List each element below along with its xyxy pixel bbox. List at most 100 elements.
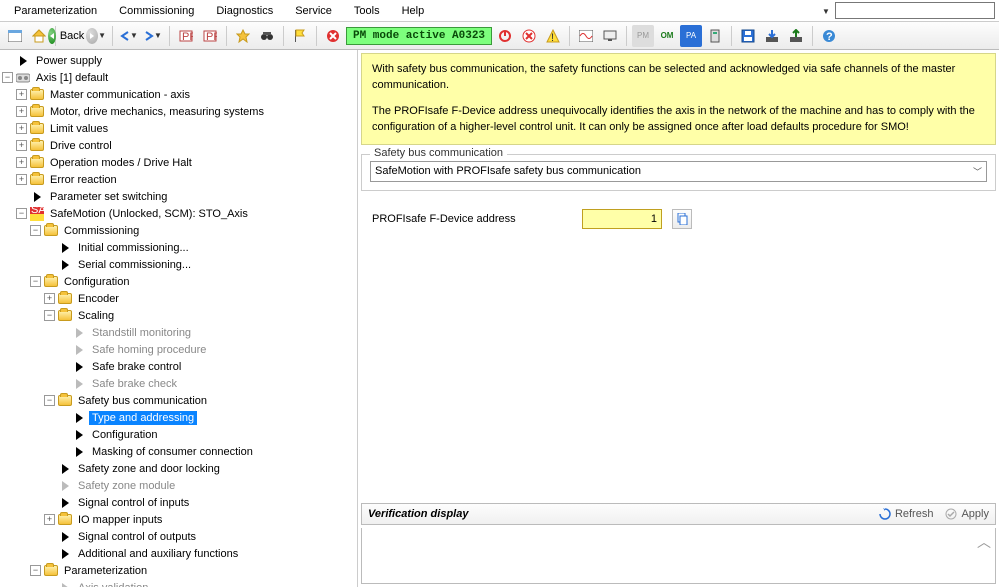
scroll-up-icon[interactable]: ︿ (977, 532, 991, 552)
folder-icon (30, 139, 44, 153)
tree-drive-ctrl[interactable]: Drive control (47, 139, 115, 153)
oscilloscope-icon[interactable] (575, 25, 597, 47)
param-b-icon[interactable]: PRA (199, 25, 221, 47)
arrow-icon (72, 343, 86, 357)
tree-serial-comm[interactable]: Serial commissioning... (75, 258, 194, 272)
tree-masking[interactable]: Masking of consumer connection (89, 445, 256, 459)
tree-parameterization[interactable]: Parameterization (61, 564, 150, 578)
tree-motor[interactable]: Motor, drive mechanics, measuring system… (47, 105, 267, 119)
menu-parameterization[interactable]: Parameterization (4, 3, 107, 19)
nav-right-icon[interactable]: ▼ (142, 25, 164, 47)
tree-configuration[interactable]: Configuration (61, 275, 132, 289)
tree-axis-default[interactable]: Axis [1] default (33, 71, 111, 85)
navigation-tree[interactable]: Power supply − Axis [1] default + Master c… (0, 50, 358, 587)
collapse-icon[interactable]: − (2, 72, 13, 83)
new-window-icon[interactable] (4, 25, 26, 47)
arrow-icon (58, 530, 72, 544)
tree-axis-valid[interactable]: Axis validation (75, 581, 151, 587)
tree-power-supply[interactable]: Power supply (33, 54, 105, 68)
restart-icon[interactable] (494, 25, 516, 47)
collapse-icon[interactable]: − (30, 565, 41, 576)
folder-icon (30, 88, 44, 102)
menu-tools[interactable]: Tools (344, 3, 390, 19)
expand-icon[interactable]: + (16, 140, 27, 151)
separator (316, 26, 317, 46)
refresh-button[interactable]: Refresh (879, 508, 934, 520)
menu-help[interactable]: Help (392, 3, 435, 19)
nav-left-icon[interactable]: ▼ (118, 25, 140, 47)
safety-bus-dropdown[interactable]: SafeMotion with PROFIsafe safety bus com… (370, 161, 987, 182)
tree-param-switch[interactable]: Parameter set switching (47, 190, 170, 204)
param-a-icon[interactable]: PRA (175, 25, 197, 47)
tree-scaling[interactable]: Scaling (75, 309, 117, 323)
download-icon[interactable] (761, 25, 783, 47)
back-button[interactable]: Back ▼ (61, 25, 83, 47)
collapse-icon[interactable]: − (44, 310, 55, 321)
error-x-icon[interactable] (518, 25, 540, 47)
menu-diagnostics[interactable]: Diagnostics (206, 3, 283, 19)
copy-button[interactable] (672, 209, 692, 229)
separator (569, 26, 570, 46)
tree-io-mapper[interactable]: IO mapper inputs (75, 513, 165, 527)
pm-badge-icon[interactable]: PM (632, 25, 654, 47)
collapse-icon[interactable]: − (44, 395, 55, 406)
upload-icon[interactable] (785, 25, 807, 47)
tree-safemotion[interactable]: SafeMotion (Unlocked, SCM): STO_Axis (47, 207, 251, 221)
refresh-icon (879, 508, 891, 520)
expand-icon[interactable]: + (16, 89, 27, 100)
expand-icon[interactable]: + (44, 514, 55, 525)
expand-icon[interactable]: + (16, 157, 27, 168)
expand-icon[interactable]: + (16, 174, 27, 185)
collapse-icon[interactable]: − (30, 276, 41, 287)
menu-commissioning[interactable]: Commissioning (109, 3, 204, 19)
warning-icon[interactable]: ! (542, 25, 564, 47)
pa-badge-icon[interactable]: PA (680, 25, 702, 47)
menu-service[interactable]: Service (285, 3, 342, 19)
favorite-icon[interactable] (232, 25, 254, 47)
tree-safe-brake-check[interactable]: Safe brake check (89, 377, 180, 391)
arrow-icon (58, 462, 72, 476)
tree-init-comm[interactable]: Initial commissioning... (75, 241, 192, 255)
tree-safety-zone[interactable]: Safety zone and door locking (75, 462, 223, 476)
help-icon[interactable]: ? (818, 25, 840, 47)
tree-safety-zone-mod[interactable]: Safety zone module (75, 479, 178, 493)
binoculars-icon[interactable] (256, 25, 278, 47)
collapse-icon[interactable]: − (16, 208, 27, 219)
tree-master-comm[interactable]: Master communication - axis (47, 88, 193, 102)
collapse-icon[interactable]: − (30, 225, 41, 236)
monitor-icon[interactable] (599, 25, 621, 47)
tree-op-modes[interactable]: Operation modes / Drive Halt (47, 156, 195, 170)
profisafe-address-input[interactable] (582, 209, 662, 229)
tree-sig-out[interactable]: Signal control of outputs (75, 530, 199, 544)
tree-encoder[interactable]: Encoder (75, 292, 122, 306)
expand-icon[interactable]: + (16, 106, 27, 117)
save-icon[interactable] (737, 25, 759, 47)
tree-config[interactable]: Configuration (89, 428, 160, 442)
tree-safe-brake-ctrl[interactable]: Safe brake control (89, 360, 184, 374)
arrow-icon (72, 377, 86, 391)
search-dropdown-icon[interactable]: ▼ (820, 5, 832, 17)
tree-safety-bus[interactable]: Safety bus communication (75, 394, 210, 408)
home-icon[interactable] (28, 25, 50, 47)
toolbar: Back ▼ ▼ ▼ ▼ PRA PRA PM mode active A032… (0, 22, 999, 50)
tree-safe-homing[interactable]: Safe homing procedure (89, 343, 209, 357)
tree-add-aux[interactable]: Additional and auxiliary functions (75, 547, 241, 561)
search-input[interactable] (835, 2, 995, 19)
arrow-icon (58, 479, 72, 493)
tree-standstill[interactable]: Standstill monitoring (89, 326, 194, 340)
content-pane: With safety bus communication, the safet… (358, 50, 999, 587)
tree-sig-in[interactable]: Signal control of inputs (75, 496, 192, 510)
om-badge-icon[interactable]: OM (656, 25, 678, 47)
tree-limit[interactable]: Limit values (47, 122, 111, 136)
tree-err-react[interactable]: Error reaction (47, 173, 120, 187)
tree-commissioning[interactable]: Commissioning (61, 224, 142, 238)
error-clear-icon[interactable] (322, 25, 344, 47)
forward-button[interactable]: ▼ (85, 25, 107, 47)
tree-type-addressing[interactable]: Type and addressing (89, 411, 197, 425)
expand-icon[interactable]: + (16, 123, 27, 134)
flag-icon[interactable] (289, 25, 311, 47)
device-icon[interactable] (704, 25, 726, 47)
forward-dropdown-icon[interactable]: ▼ (98, 31, 106, 40)
apply-button[interactable]: Apply (945, 508, 989, 520)
expand-icon[interactable]: + (44, 293, 55, 304)
